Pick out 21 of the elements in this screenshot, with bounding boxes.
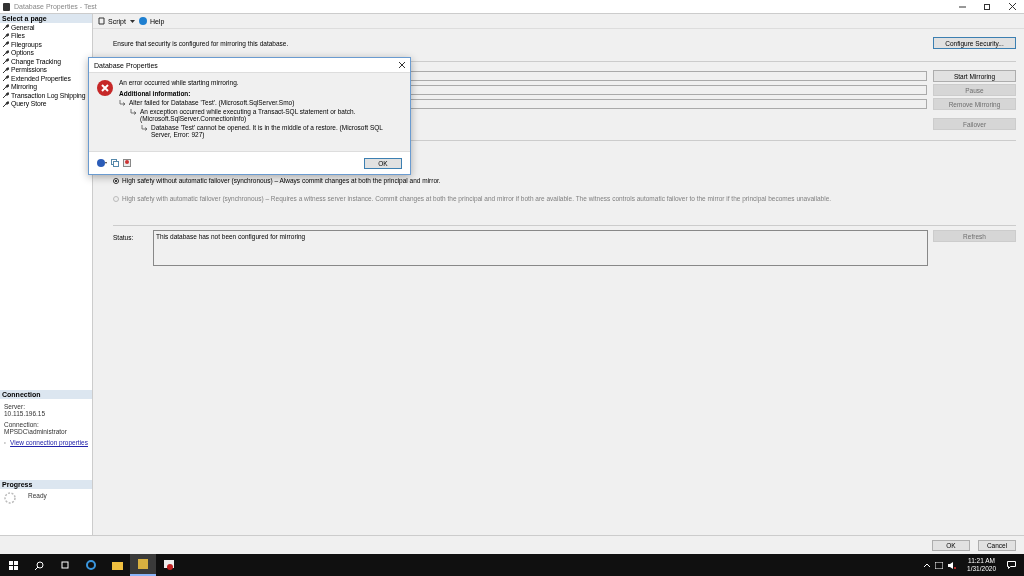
spinner-icon: [4, 492, 16, 504]
radio-button[interactable]: [113, 177, 119, 184]
chevron-up-icon[interactable]: [924, 563, 931, 567]
close-icon[interactable]: [1009, 3, 1016, 10]
copy-icon[interactable]: [111, 159, 119, 167]
details-icon[interactable]: [123, 159, 131, 167]
help-icon: [138, 17, 147, 25]
arrow-icon: [119, 100, 126, 106]
speaker-icon[interactable]: [948, 561, 957, 569]
help-icon[interactable]: [97, 159, 107, 167]
arrow-icon: [130, 109, 137, 115]
script-icon: [98, 17, 105, 25]
minimize-icon[interactable]: [959, 3, 966, 10]
network-icon[interactable]: [935, 561, 944, 569]
database-icon: [3, 2, 10, 11]
arrow-icon: [141, 125, 148, 131]
error-icon: [97, 80, 113, 96]
notification-icon[interactable]: [1007, 561, 1016, 569]
close-icon[interactable]: [399, 62, 405, 68]
restore-icon[interactable]: [984, 3, 991, 10]
caret-icon[interactable]: [129, 19, 135, 23]
